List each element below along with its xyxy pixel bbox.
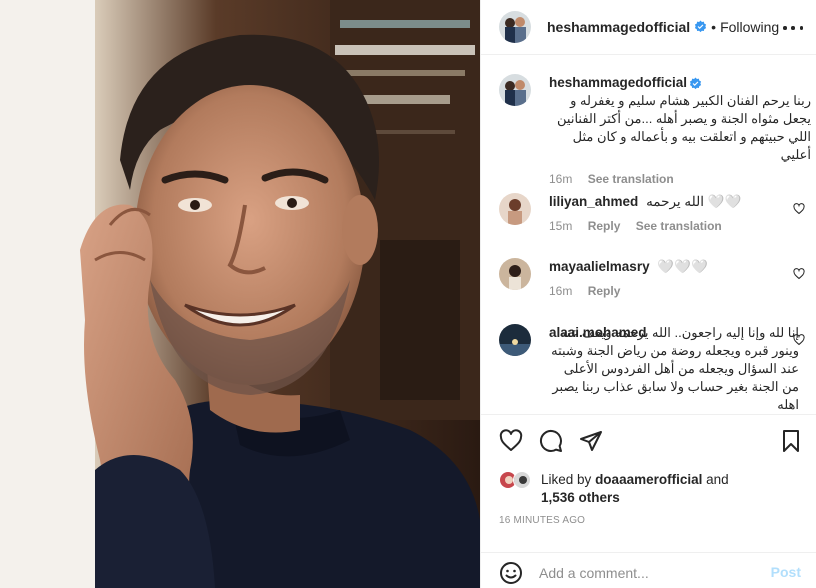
post-photo[interactable] — [0, 0, 480, 588]
post-header: heshammagedofficial • Following — [481, 0, 816, 55]
heart-icon[interactable] — [499, 429, 523, 453]
comment-username[interactable]: mayaalielmasry — [549, 259, 650, 274]
caption-see-translation[interactable]: See translation — [588, 172, 674, 186]
post-timestamp[interactable]: 16 MINUTES AGO — [499, 515, 585, 526]
likes-prefix: Liked by — [541, 472, 592, 487]
comment-text: 🤍🤍🤍 — [657, 259, 708, 274]
comment-meta: 15m Reply See translation — [549, 217, 799, 235]
comment-meta: 16m Reply — [549, 282, 799, 300]
reply-button[interactable]: Reply — [588, 219, 621, 233]
likes-summary[interactable]: Liked by doaaamerofficial and 1,536 othe… — [499, 469, 799, 509]
see-translation-button[interactable]: See translation — [636, 219, 722, 233]
header-separator: • — [711, 19, 717, 35]
comment-avatar[interactable] — [499, 258, 531, 290]
portrait-image — [0, 0, 480, 588]
author-username[interactable]: heshammagedofficial — [547, 19, 707, 35]
like-comment-icon[interactable] — [793, 268, 805, 280]
reply-button[interactable]: Reply — [588, 284, 621, 298]
author-avatar[interactable] — [499, 11, 531, 43]
comment-avatar[interactable] — [499, 193, 531, 225]
comment-text: الله يرحمه 🤍🤍 — [646, 194, 742, 209]
emoji-icon[interactable] — [499, 561, 523, 585]
more-options-icon[interactable] — [783, 18, 803, 38]
liker-username[interactable]: doaaamerofficial — [595, 472, 702, 487]
bookmark-icon[interactable] — [779, 429, 803, 453]
caption-time: 16m — [549, 172, 573, 186]
post-actions: Liked by doaaamerofficial and 1,536 othe… — [481, 414, 816, 588]
post-side-panel: heshammagedofficial • Following heshamma… — [480, 0, 816, 588]
comment-input[interactable] — [539, 563, 759, 583]
comment-time: 16m — [549, 284, 573, 298]
verified-icon — [689, 77, 702, 89]
post-button[interactable]: Post — [771, 564, 801, 580]
add-comment-bar: Post — [481, 552, 816, 588]
comments-list[interactable]: heshammagedofficial ربنا يرحم الفنان الك… — [481, 56, 816, 414]
following-button[interactable]: Following — [720, 19, 782, 35]
comment-icon[interactable] — [539, 429, 563, 453]
caption-avatar[interactable] — [499, 74, 531, 106]
verified-icon — [695, 20, 707, 33]
comment-username[interactable]: liliyan_ahmed — [549, 194, 638, 209]
likes-text: Liked by doaaamerofficial and 1,536 othe… — [541, 471, 791, 507]
caption-username[interactable]: heshammagedofficial — [549, 74, 687, 92]
like-comment-icon[interactable] — [793, 203, 805, 215]
share-icon[interactable] — [579, 429, 603, 453]
likes-and: and — [706, 472, 729, 487]
caption-meta: 16m See translation — [549, 170, 811, 188]
comment-avatar[interactable] — [499, 324, 531, 356]
caption-text: ربنا يرحم الفنان الكبير هشام سليم و يغفر… — [557, 93, 811, 162]
like-comment-icon[interactable] — [793, 334, 805, 346]
liker-avatar — [513, 471, 531, 489]
comment-time: 15m — [549, 219, 573, 233]
action-icons — [499, 429, 801, 455]
likes-others[interactable]: 1,536 others — [541, 490, 620, 505]
author-username-text[interactable]: heshammagedofficial — [547, 19, 690, 35]
comment-text: إنا لله وإنا إليه راجعون.. الله يرحمه وي… — [551, 325, 799, 412]
